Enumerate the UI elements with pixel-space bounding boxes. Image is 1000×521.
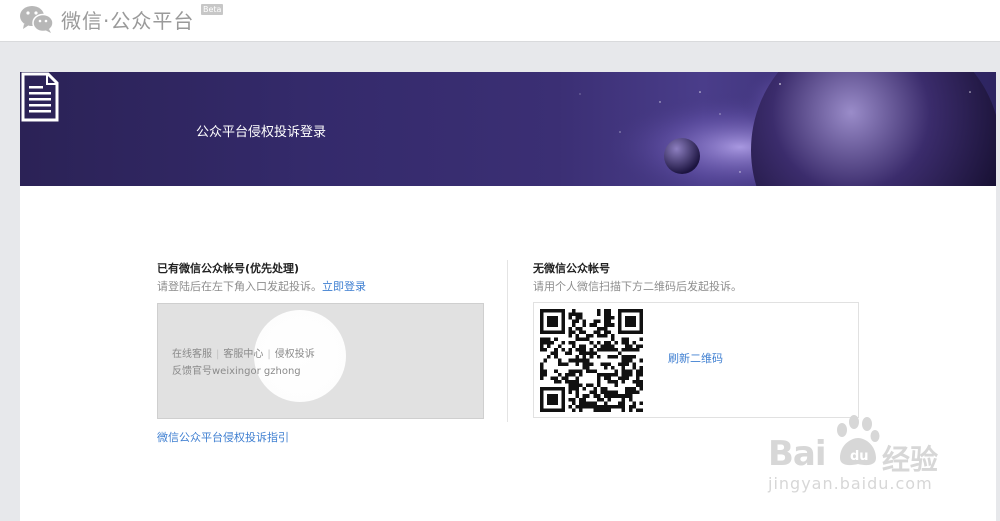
preview-infringement-complaint: 侵权投诉: [274, 349, 315, 360]
baidu-jingyan-watermark: Bai du 经验 jingyan.baidu.com: [768, 414, 948, 504]
qr-code-image: [540, 309, 643, 412]
wechat-logo-icon[interactable]: [19, 4, 55, 34]
banner-title: 公众平台侵权投诉登录: [196, 125, 327, 140]
watermark-brand-cn: 经验: [882, 443, 939, 476]
document-icon: [21, 72, 59, 122]
watermark-brand: Bai: [768, 434, 827, 474]
separator: |: [216, 349, 220, 360]
preview-feedback-line: 反馈官号weixingor gzhong: [172, 366, 301, 377]
svg-text:du: du: [850, 449, 869, 464]
no-account-title: 无微信公众帐号: [533, 262, 610, 275]
watermark-url: jingyan.baidu.com: [768, 474, 933, 493]
login-entry-preview-image: 在线客服 | 客服中心 | 侵权投诉 反馈官号weixingor gzhong: [157, 303, 484, 419]
column-divider: [507, 260, 508, 422]
has-account-title: 已有微信公众帐号(优先处理): [157, 262, 300, 275]
login-now-link[interactable]: 立即登录: [322, 280, 366, 293]
platform-title[interactable]: 微信·公众平台: [61, 5, 194, 34]
separator: |: [267, 349, 271, 360]
preview-menu-line: 在线客服 | 客服中心 | 侵权投诉: [172, 345, 315, 360]
complaint-guide-link[interactable]: 微信公众平台侵权投诉指引: [157, 429, 289, 445]
paw-icon: du: [837, 415, 880, 466]
preview-service-center: 客服中心: [223, 349, 264, 360]
has-account-desc: 请登陆后在左下角入口发起投诉。立即登录: [157, 278, 366, 294]
preview-online-service: 在线客服: [172, 349, 212, 360]
refresh-qr-link[interactable]: 刷新二维码: [668, 350, 723, 366]
has-account-desc-text: 请登陆后在左下角入口发起投诉。: [157, 280, 322, 293]
beta-badge: Beta: [201, 4, 224, 15]
qr-code-panel: 刷新二维码: [533, 302, 859, 418]
banner: 公众平台侵权投诉登录: [20, 72, 996, 186]
space-background-image: [579, 72, 996, 186]
no-account-desc: 请用个人微信扫描下方二维码后发起投诉。: [533, 280, 742, 293]
top-bar: 微信·公众平台 Beta: [0, 0, 1000, 42]
